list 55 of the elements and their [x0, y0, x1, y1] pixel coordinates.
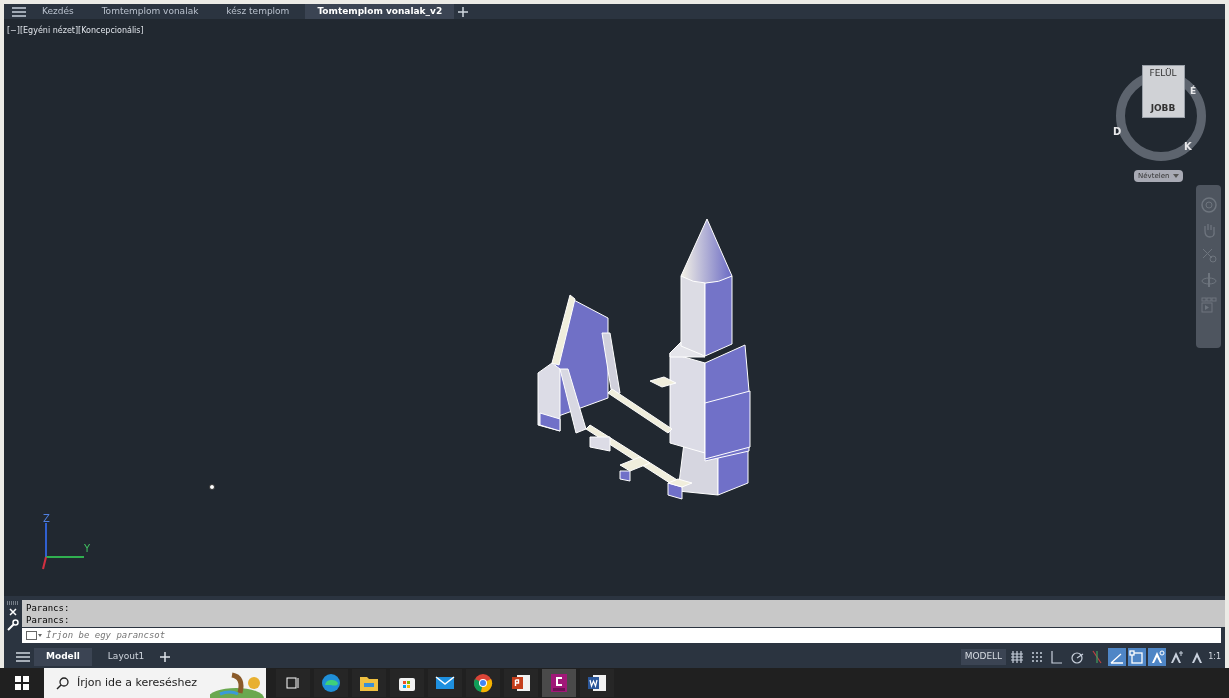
ucs-axes-icon: [39, 521, 84, 571]
browser-circle-icon[interactable]: [473, 673, 493, 693]
command-history-line: Parancs:: [26, 613, 71, 626]
cube-top-label: FELÜL: [1149, 69, 1177, 78]
search-icon: [56, 676, 69, 690]
folder-icon[interactable]: [359, 674, 379, 692]
viewcube-drawing[interactable]: [1116, 65, 1206, 161]
app-icon-tile[interactable]: [504, 669, 538, 697]
dynucs-toggle[interactable]: [1108, 648, 1127, 666]
windows-start-icon[interactable]: [15, 676, 29, 690]
cad-app-icon[interactable]: [550, 673, 568, 693]
app-icon-tile[interactable]: [542, 669, 576, 697]
file-tab[interactable]: Tomtemplom vonalak: [89, 4, 211, 19]
command-history-line: Parancs:: [26, 601, 71, 614]
compass-letter: K: [1184, 140, 1192, 154]
app-icon-tile[interactable]: [314, 669, 348, 697]
grip-icon[interactable]: [7, 601, 19, 605]
slides-app-icon[interactable]: [511, 674, 531, 692]
wrench-icon[interactable]: [7, 619, 19, 631]
plus-icon[interactable]: [160, 652, 171, 662]
mail-icon[interactable]: [435, 675, 455, 691]
viewport-label[interactable]: [−][Egyéni nézet][Koncepcionális]: [7, 25, 144, 37]
cube-front-label: JOBB: [1150, 104, 1176, 113]
compass-letter: D: [1113, 125, 1122, 139]
caret-icon: [1173, 174, 1180, 178]
model-space-button[interactable]: MODELL: [960, 649, 1007, 665]
landscape-illustration-icon: [210, 671, 266, 698]
annovis-toggle[interactable]: [1148, 648, 1167, 666]
app-icon-tile[interactable]: [466, 669, 500, 697]
task-view-icon[interactable]: [285, 675, 301, 691]
layout-tab[interactable]: Layout1: [95, 648, 157, 666]
layout-tab[interactable]: Modell: [34, 648, 92, 666]
search-input[interactable]: Írjon ide a kereséshez: [77, 674, 217, 692]
osnap-toggle[interactable]: [1128, 648, 1147, 666]
command-prompt-icon[interactable]: [26, 631, 42, 640]
compass-letter: É: [1190, 85, 1197, 98]
cursor-dot-icon: [209, 484, 215, 490]
y-axis-label: Y: [84, 542, 91, 556]
file-tab[interactable]: Kezdés: [30, 4, 86, 19]
file-tab[interactable]: Tomtemplom vonalak_v2: [305, 4, 455, 19]
app-icon-tile[interactable]: [352, 669, 386, 697]
app-icon-tile[interactable]: [390, 669, 424, 697]
file-tab[interactable]: kész templom: [214, 4, 302, 19]
plus-icon[interactable]: [458, 6, 469, 17]
menu-icon[interactable]: [16, 652, 30, 662]
z-axis-label: Z: [43, 512, 50, 526]
scale-label[interactable]: 1:1: [1208, 651, 1221, 663]
browser-swirl-icon[interactable]: [321, 673, 341, 693]
app-icon-tile[interactable]: [428, 669, 462, 697]
taskbar-search-field[interactable]: Írjon ide a kereséshez: [44, 668, 266, 698]
menu-icon[interactable]: [12, 6, 26, 17]
app-icon-tile[interactable]: [276, 669, 310, 697]
document-app-icon[interactable]: [587, 674, 607, 692]
app-icon-tile[interactable]: [580, 669, 614, 697]
close-icon[interactable]: [9, 608, 17, 616]
